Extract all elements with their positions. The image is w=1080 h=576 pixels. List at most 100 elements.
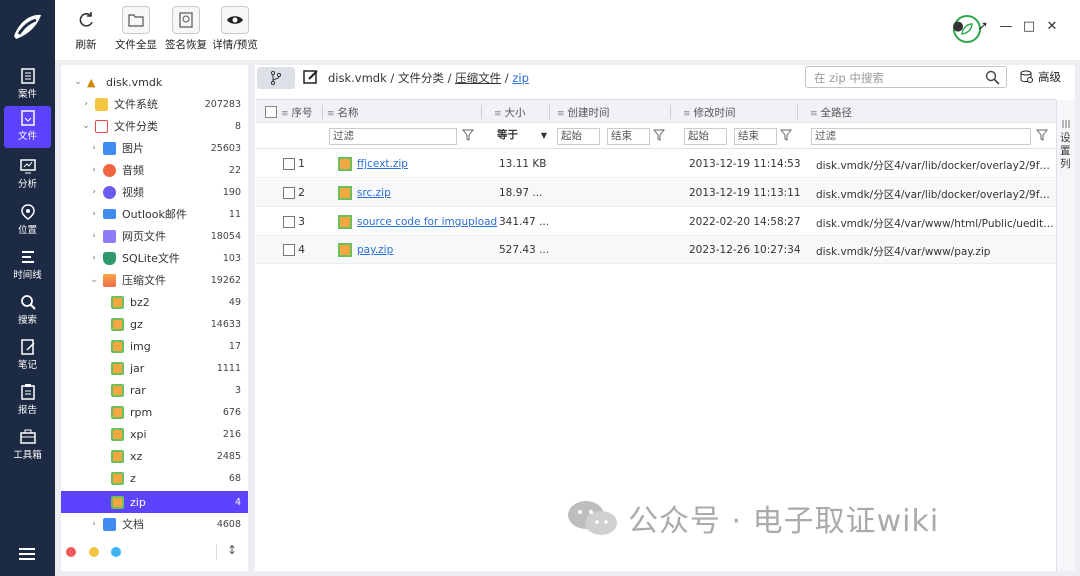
tree-item-rar[interactable]: rar 3 (61, 379, 248, 401)
user-icon[interactable]: ● (951, 20, 965, 34)
chevron-down-icon[interactable]: ⌄ (81, 121, 91, 131)
column-header-fullpath[interactable]: ≡ 全路径 (810, 105, 852, 120)
table-row[interactable]: 4 pay.zip 527.43 ... 2023-12-26 10:27:34… (256, 236, 1056, 264)
rail-item-file[interactable]: 文件 (4, 106, 51, 148)
tree-item-img[interactable]: img 17 (61, 335, 248, 357)
filter-icon[interactable] (653, 129, 665, 141)
minimize-icon[interactable]: — (999, 20, 1013, 34)
tree-item-images[interactable]: › 图片 25603 (61, 137, 248, 159)
breadcrumb-item[interactable]: 压缩文件 (455, 71, 501, 85)
pin-icon[interactable]: ➚ (976, 20, 990, 34)
tree-item-documents[interactable]: › 文档 4608 (61, 513, 248, 535)
rail-item-analysis[interactable]: 分析 (4, 154, 51, 196)
tree-item-xpi[interactable]: xpi 216 (61, 423, 248, 445)
tree-item-file-category[interactable]: ⌄ 文件分类 8 (61, 115, 248, 137)
chevron-right-icon[interactable]: › (89, 187, 99, 197)
close-dot-icon[interactable] (66, 547, 76, 557)
column-header-name[interactable]: ≡ 名称 (327, 105, 359, 120)
column-header-modified[interactable]: ≡ 修改时间 (683, 105, 736, 120)
menu-icon[interactable] (17, 546, 37, 562)
row-checkbox[interactable] (283, 158, 295, 170)
chevron-down-icon[interactable]: ⌄ (89, 275, 99, 285)
rail-item-location[interactable]: 位置 (4, 200, 51, 242)
path-filter-input[interactable]: 过滤 (811, 128, 1031, 145)
row-checkbox[interactable] (283, 216, 295, 228)
breadcrumb-item[interactable]: 文件分类 (398, 71, 444, 85)
chevron-right-icon[interactable]: › (89, 253, 99, 263)
tree-item-gz[interactable]: gz 14633 (61, 313, 248, 335)
modified-end-input[interactable]: 结束 (734, 128, 777, 145)
rail-item-case[interactable]: 案件 (4, 64, 51, 106)
file-name-link[interactable]: ffjcext.zip (357, 158, 408, 170)
rail-item-search[interactable]: 搜索 (4, 290, 51, 332)
chevron-right-icon[interactable]: › (89, 143, 99, 153)
minimize-dot-icon[interactable] (89, 547, 99, 557)
rail-item-timeline[interactable]: 时间线 (4, 245, 51, 287)
signature-recover-button[interactable]: 签名恢复 (159, 6, 213, 56)
column-header-created[interactable]: ≡ 创建时间 (557, 105, 610, 120)
chevron-down-icon[interactable]: ⌄ (73, 77, 83, 87)
created-start-input[interactable]: 起始 (557, 128, 600, 145)
column-divider[interactable] (797, 105, 798, 119)
column-header-size[interactable]: ≡ 大小 (494, 105, 526, 120)
row-checkbox[interactable] (283, 244, 295, 256)
table-row[interactable]: 2 src.zip 18.97 ... 2013-12-19 11:13:11 … (256, 179, 1056, 207)
tree-item-rpm[interactable]: rpm 676 (61, 401, 248, 423)
breadcrumb-item[interactable]: disk.vmdk (328, 71, 387, 85)
tree-item-xz[interactable]: xz 2485 (61, 445, 248, 467)
filter-icon[interactable] (1036, 129, 1048, 141)
tree-item-sqlite[interactable]: › SQLite文件 103 (61, 247, 248, 269)
branch-toggle-button[interactable] (257, 67, 295, 89)
refresh-button[interactable]: 刷新 (59, 6, 113, 56)
tree-item-video[interactable]: › 视频 190 (61, 181, 248, 203)
file-name-link[interactable]: source code for imgupload (357, 216, 497, 228)
expand-dot-icon[interactable] (111, 547, 121, 557)
tree-item-jar[interactable]: jar 1111 (61, 357, 248, 379)
show-all-files-button[interactable]: 文件全显 (109, 6, 163, 56)
tree-item-bz2[interactable]: bz2 49 (61, 291, 248, 313)
column-divider[interactable] (549, 105, 550, 119)
column-settings-button[interactable]: 设置列 (1056, 100, 1075, 571)
details-preview-button[interactable]: 详情/预览 (208, 6, 262, 56)
chevron-right-icon[interactable]: › (89, 519, 99, 529)
edit-icon[interactable] (303, 69, 319, 85)
size-operator-select[interactable]: 等于 ▼ (494, 128, 549, 145)
table-row[interactable]: 1 ffjcext.zip 13.11 KB 2013-12-19 11:14:… (256, 150, 1056, 178)
tree-item-z[interactable]: z 68 (61, 467, 248, 489)
chevron-right-icon[interactable]: › (81, 99, 91, 109)
filter-icon[interactable] (780, 129, 792, 141)
name-filter-input[interactable]: 过滤 (329, 128, 457, 145)
tree-item-archives[interactable]: ⌄ 压缩文件 19262 (61, 269, 248, 291)
column-divider[interactable] (670, 105, 671, 119)
search-input[interactable]: 在 zip 中搜索 (805, 66, 1007, 88)
file-name-link[interactable]: src.zip (357, 187, 391, 199)
collapse-icon[interactable]: ↕ (227, 543, 237, 557)
column-divider[interactable] (481, 105, 482, 119)
rail-item-notes[interactable]: 笔记 (4, 335, 51, 377)
chevron-right-icon[interactable]: › (89, 165, 99, 175)
maximize-icon[interactable]: □ (1022, 20, 1036, 34)
modified-start-input[interactable]: 起始 (684, 128, 727, 145)
advanced-search-button[interactable]: 高级 (1020, 69, 1061, 85)
tree-item-filesystem[interactable]: › 文件系统 207283 (61, 93, 248, 115)
file-name-link[interactable]: pay.zip (357, 244, 393, 256)
tree-root[interactable]: ⌄ ▲ disk.vmdk (61, 71, 248, 93)
tree-item-audio[interactable]: › 音频 22 (61, 159, 248, 181)
breadcrumb-current[interactable]: zip (512, 71, 529, 85)
column-header-index[interactable]: ≡ 序号 (281, 105, 313, 120)
created-end-input[interactable]: 结束 (607, 128, 650, 145)
chevron-right-icon[interactable]: › (89, 231, 99, 241)
select-all-checkbox[interactable] (265, 106, 277, 118)
tree-item-outlook[interactable]: › Outlook邮件 11 (61, 203, 248, 225)
close-icon[interactable]: ✕ (1045, 20, 1059, 34)
table-row[interactable]: 3 source code for imgupload 341.47 ... 2… (256, 208, 1056, 236)
search-icon[interactable] (985, 70, 1000, 85)
rail-item-toolbox[interactable]: 工具箱 (4, 425, 51, 467)
chevron-right-icon[interactable]: › (89, 209, 99, 219)
tree-item-web-files[interactable]: › 网页文件 18054 (61, 225, 248, 247)
tree-item-zip[interactable]: zip 4 (61, 491, 248, 513)
row-checkbox[interactable] (283, 187, 295, 199)
rail-item-report[interactable]: 报告 (4, 380, 51, 422)
column-divider[interactable] (322, 105, 323, 119)
filter-icon[interactable] (462, 129, 474, 141)
